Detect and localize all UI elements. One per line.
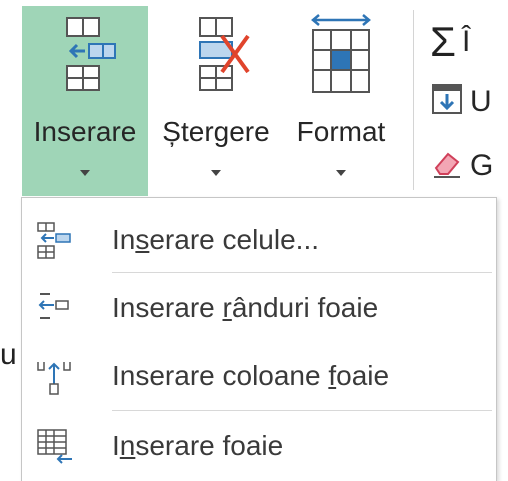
menu-item-insert-sheet[interactable]: Inserare foaie: [22, 416, 496, 476]
clear-label: G: [470, 148, 494, 182]
format-cells-icon: [301, 6, 381, 106]
ribbon: Inserare Ștergere Format Σ Î U G: [0, 0, 508, 197]
fill-label: U: [470, 84, 492, 118]
menu-item-label: Inserare celule...: [112, 224, 319, 255]
menu-item-label: Inserare coloane foaie: [112, 360, 390, 391]
menu-item-insert-rows[interactable]: Inserare rânduri foaie: [22, 278, 496, 338]
menu-item-label: Inserare rânduri foaie: [112, 292, 379, 323]
fill-item[interactable]: U: [430, 82, 492, 121]
menu-divider: [112, 410, 492, 411]
insert-button[interactable]: Inserare: [22, 6, 148, 196]
autosum-item[interactable]: Σ Î: [430, 18, 470, 66]
ribbon-separator: [413, 10, 414, 190]
format-button[interactable]: Format: [286, 6, 396, 196]
chevron-down-icon: [211, 170, 221, 176]
format-button-label: Format: [296, 116, 386, 147]
delete-cells-icon: [176, 6, 256, 106]
menu-item-label: Inserare foaie: [112, 430, 284, 461]
insert-cells-icon: [34, 220, 74, 260]
chevron-down-icon: [336, 170, 346, 176]
autosum-label: Î: [461, 25, 471, 58]
fill-down-icon: [430, 82, 464, 121]
insert-rows-icon: [34, 288, 74, 328]
menu-divider: [112, 272, 492, 273]
delete-button[interactable]: Ștergere: [150, 6, 282, 196]
insert-dropdown-menu: Inserare celule... Inserare rânduri foai…: [21, 197, 497, 481]
chevron-down-icon: [80, 170, 90, 176]
menu-item-insert-columns[interactable]: Inserare coloane foaie: [22, 346, 496, 406]
menu-item-insert-cells[interactable]: Inserare celule...: [22, 210, 496, 270]
insert-columns-icon: [34, 356, 74, 396]
clear-item[interactable]: G: [430, 146, 493, 185]
insert-sheet-icon: [34, 426, 74, 466]
background-text: u: [0, 338, 17, 371]
eraser-icon: [430, 146, 464, 185]
delete-button-label: Ștergere: [162, 116, 270, 147]
insert-cells-icon: [45, 6, 125, 106]
insert-button-label: Inserare: [33, 116, 137, 147]
sigma-icon: Σ: [430, 18, 456, 65]
